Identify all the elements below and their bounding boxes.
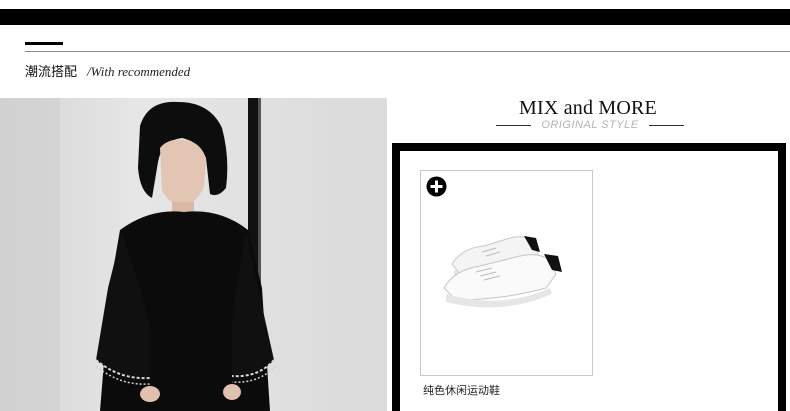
accent-dash [25, 42, 63, 45]
plus-circle-icon[interactable] [426, 176, 447, 197]
product-name[interactable]: 纯色休闲运动鞋 [423, 382, 500, 398]
subtitle-line-left [496, 124, 531, 126]
white-sneakers-image[interactable] [432, 224, 577, 314]
section-title-cn: 潮流搭配 [25, 65, 78, 80]
section-divider [25, 51, 790, 52]
subtitle-line-right [649, 124, 684, 126]
model-photo [0, 98, 387, 411]
mix-subtitle: ORIGINAL STYLE [541, 119, 639, 131]
mix-title: MIX and MORE [519, 97, 657, 119]
mix-subtitle-row: ORIGINAL STYLE [496, 118, 684, 132]
section-heading: 潮流搭配 /With recommended [25, 61, 190, 80]
top-banner-bar [0, 9, 790, 25]
section-title-en: /With recommended [87, 64, 191, 79]
